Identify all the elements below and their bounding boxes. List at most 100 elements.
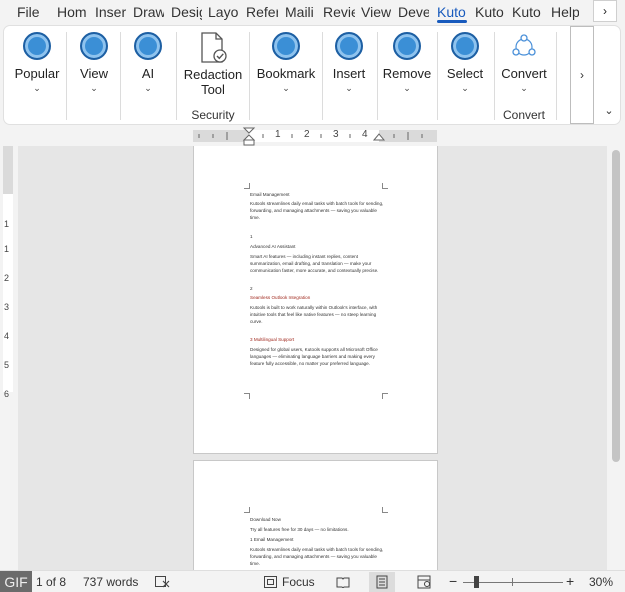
web-layout-button[interactable] — [411, 572, 437, 592]
tab-draw[interactable]: Draw — [133, 0, 164, 24]
bookmark-button[interactable]: Bookmark ⌄ — [256, 32, 316, 93]
tab-overflow-button[interactable]: › — [593, 0, 617, 22]
vruler-tick-label: 4 — [4, 331, 10, 341]
remove-button[interactable]: Remove ⌄ — [382, 32, 432, 93]
ribbon-separator — [494, 32, 495, 120]
tab-references[interactable]: Refer — [246, 0, 278, 24]
page-list-number: 2 — [250, 286, 253, 291]
tab-help[interactable]: Help — [551, 0, 579, 24]
ribbon-separator — [249, 32, 250, 120]
vruler-tick-label: 3 — [4, 302, 10, 312]
vruler-tick-label: 5 — [4, 360, 10, 370]
page-heading: 1 Email Management — [250, 537, 294, 542]
bookmark-icon — [272, 32, 300, 60]
ribbon-separator — [322, 32, 323, 120]
redaction-label-line1: Redaction — [183, 67, 243, 82]
crop-mark — [244, 183, 250, 189]
gif-badge: GIF — [0, 571, 32, 592]
document-canvas[interactable]: Email Management Kutools streamlines dai… — [18, 146, 607, 570]
page-heading: Email Management — [250, 192, 290, 197]
tab-kutools-ai[interactable]: Kuto — [512, 0, 544, 24]
proofing-icon[interactable] — [154, 575, 170, 589]
zoom-in-button[interactable]: + — [566, 573, 574, 589]
page-heading: Advanced AI Assistant — [250, 244, 296, 249]
crop-mark — [382, 393, 388, 399]
tab-file[interactable]: File — [17, 0, 39, 24]
focus-icon[interactable] — [263, 575, 279, 589]
ribbon-panel: Popular ⌄ View ⌄ AI ⌄ Redaction Tool Sec… — [3, 25, 621, 125]
tab-review[interactable]: Revie — [323, 0, 355, 24]
ruler-tick-label: 1 — [275, 129, 281, 140]
redaction-tool-button[interactable]: Redaction Tool — [182, 32, 244, 97]
ruler-tick-label: 3 — [333, 129, 339, 140]
chevron-down-icon: ⌄ — [403, 83, 411, 93]
tab-insert[interactable]: Inser — [95, 0, 127, 24]
ruler-tick-marks — [198, 132, 423, 140]
insert-button[interactable]: Insert ⌄ — [327, 32, 371, 93]
focus-label[interactable]: Focus — [282, 575, 315, 589]
ribbon-separator — [556, 32, 557, 120]
vruler-tick-label: 2 — [4, 273, 10, 283]
page-paragraph: Smart AI features — including instant re… — [250, 254, 379, 273]
ribbon-scroll-right-button[interactable]: › — [570, 26, 594, 124]
zoom-slider-thumb[interactable] — [474, 576, 479, 588]
ai-icon — [134, 32, 162, 60]
tab-layout[interactable]: Layo — [208, 0, 239, 24]
ribbon-collapse-icon[interactable]: ⌄ — [600, 102, 618, 120]
word-count[interactable]: 737 words — [83, 575, 138, 589]
web-layout-icon — [417, 575, 431, 589]
print-layout-icon — [376, 575, 388, 589]
ribbon-separator — [176, 32, 177, 120]
select-icon — [451, 32, 479, 60]
page-paragraph: Kutools streamlines daily email tasks wi… — [250, 547, 384, 566]
document-page[interactable]: Download Now Try all features free for 3… — [193, 460, 438, 570]
read-mode-button[interactable] — [330, 572, 356, 592]
vertical-scrollbar[interactable] — [607, 146, 625, 570]
page-heading: Download Now — [250, 517, 281, 522]
page-count[interactable]: 1 of 8 — [36, 575, 66, 589]
tab-home[interactable]: Hom — [57, 0, 87, 24]
ribbon-separator — [437, 32, 438, 120]
remove-label: Remove — [382, 66, 432, 81]
redaction-document-icon — [201, 32, 227, 63]
select-label: Select — [446, 66, 484, 81]
tab-mailings[interactable]: Maili — [285, 0, 317, 24]
chevron-down-icon: ⌄ — [520, 83, 528, 93]
tab-view[interactable]: View — [361, 0, 391, 24]
redaction-label-line2: Tool — [201, 82, 225, 97]
status-bar: GIF 1 of 8 737 words Focus − + 30% — [0, 570, 625, 592]
page-paragraph: Kutools streamlines daily email tasks wi… — [250, 201, 384, 220]
document-page[interactable]: Email Management Kutools streamlines dai… — [193, 146, 438, 454]
view-button[interactable]: View ⌄ — [72, 32, 116, 93]
vertical-ruler[interactable]: 1 1 2 3 4 5 6 — [0, 146, 14, 570]
print-layout-button[interactable] — [369, 572, 395, 592]
page-paragraph: Designed for global users, Kutools suppo… — [250, 347, 378, 366]
indent-marker-icon[interactable] — [242, 126, 256, 148]
insert-icon — [335, 32, 363, 60]
horizontal-ruler[interactable]: 1 2 3 4 — [0, 126, 625, 146]
select-button[interactable]: Select ⌄ — [443, 32, 487, 93]
tab-developer[interactable]: Deve — [398, 0, 429, 24]
view-icon — [80, 32, 108, 60]
page-paragraph: Try all features free for 30 days — no l… — [250, 527, 349, 532]
chevron-down-icon: ⌄ — [144, 83, 152, 93]
chevron-down-icon: ⌄ — [33, 83, 41, 93]
right-indent-marker-icon[interactable] — [372, 130, 386, 142]
tab-design[interactable]: Desig — [171, 0, 202, 24]
zoom-level[interactable]: 30% — [589, 575, 613, 589]
ai-button[interactable]: AI ⌄ — [126, 32, 170, 93]
vruler-tick-label: 6 — [4, 389, 10, 399]
scrollbar-thumb[interactable] — [612, 150, 620, 462]
tab-kutools-plus[interactable]: Kuto — [475, 0, 505, 24]
bookmark-label: Bookmark — [256, 66, 316, 81]
ruler-tick-label: 4 — [362, 129, 368, 140]
zoom-out-button[interactable]: − — [449, 573, 457, 589]
convert-label: Convert — [501, 66, 547, 81]
vruler-tick-label: 1 — [4, 219, 10, 229]
popular-button[interactable]: Popular ⌄ — [12, 32, 62, 93]
view-label: View — [80, 66, 108, 81]
crop-mark — [382, 507, 388, 513]
tab-kutools[interactable]: Kuto — [437, 0, 467, 24]
ribbon-separator — [120, 32, 121, 120]
convert-button[interactable]: Convert ⌄ — [499, 32, 549, 93]
